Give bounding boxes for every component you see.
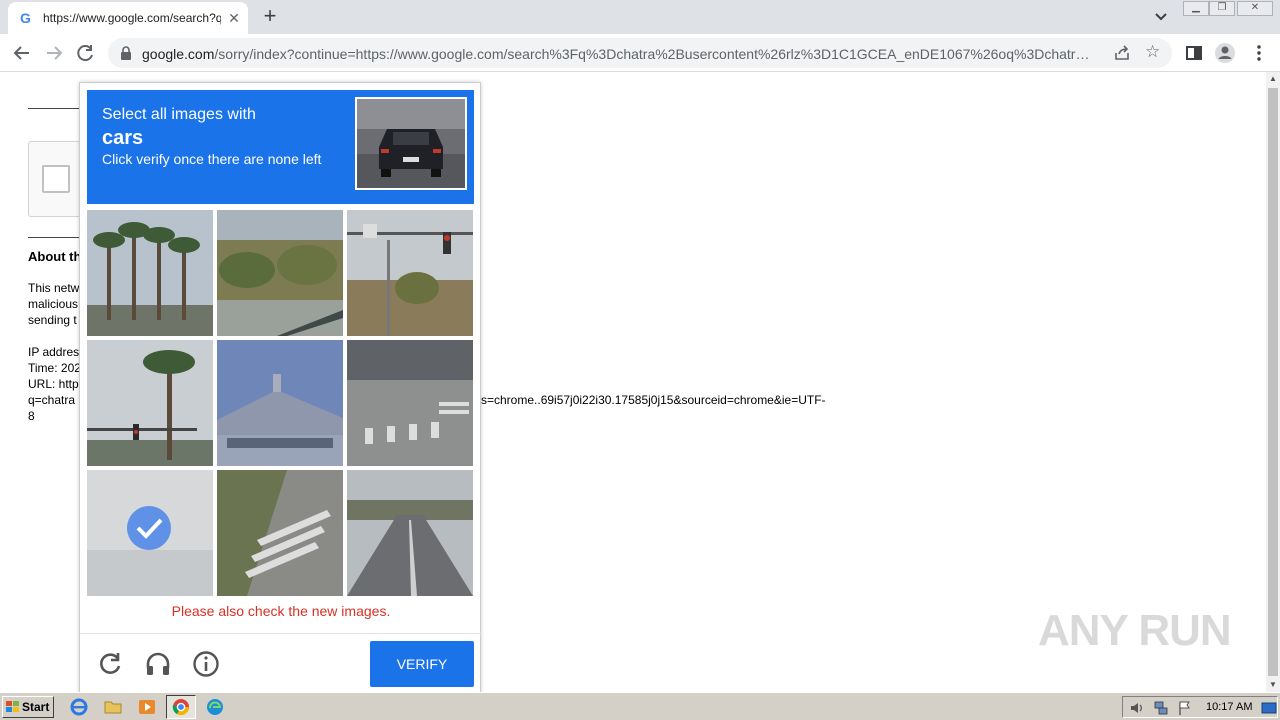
sample-car-image: [355, 97, 467, 190]
tile-palm-trees[interactable]: [87, 210, 213, 336]
media-player-icon[interactable]: [136, 697, 158, 717]
new-tab-button[interactable]: +: [259, 5, 281, 28]
network-icon[interactable]: [1153, 700, 1169, 716]
forward-arrow-icon[interactable]: [42, 42, 66, 64]
image-grid: [87, 210, 474, 596]
browser-tab[interactable]: G https://www.google.com/search?q= ✕: [8, 2, 248, 34]
window-close-icon[interactable]: ✕: [1237, 1, 1273, 16]
info-icon[interactable]: [192, 650, 220, 678]
ip-address-label: IP addres: [28, 345, 80, 359]
start-label: Start: [22, 700, 50, 714]
minimize-icon[interactable]: ▁: [1183, 1, 1209, 16]
menu-dots-icon[interactable]: [1248, 42, 1270, 64]
side-panel-icon[interactable]: [1183, 42, 1205, 64]
clock: 10:17 AM: [1206, 701, 1253, 713]
url-path: /sorry/index?continue=https://www.google…: [214, 46, 1090, 62]
challenge-target: cars: [102, 127, 144, 149]
tile-house-roof[interactable]: [217, 340, 343, 466]
url-query-start: q=chatra: [28, 393, 76, 407]
tile-shrubs-hillside[interactable]: [217, 210, 343, 336]
url-host: google.com: [142, 46, 215, 62]
url-query-end: 8: [28, 409, 35, 423]
url-query-tail: s=chrome..69i57j0i22i30.17585j0j15&sourc…: [481, 393, 826, 407]
reload-icon[interactable]: [96, 650, 124, 678]
back-arrow-icon[interactable]: [10, 42, 34, 64]
tab-close-icon[interactable]: ✕: [225, 9, 243, 27]
tile-palm-tree-traffic-light[interactable]: [87, 340, 213, 466]
tab-search-chevron-icon[interactable]: [1151, 8, 1171, 26]
start-button[interactable]: Start: [2, 696, 54, 718]
about-heading: About th: [28, 249, 82, 264]
verify-button[interactable]: VERIFY: [370, 641, 474, 687]
system-tray: 10:17 AM: [1122, 696, 1278, 718]
url-label: URL: http: [28, 377, 79, 391]
recaptcha-checkbox[interactable]: [42, 165, 70, 193]
lock-icon[interactable]: [120, 46, 132, 60]
challenge-instruction: Select all images with: [102, 106, 256, 123]
share-icon[interactable]: [1113, 44, 1131, 62]
tile-fading-selected[interactable]: [87, 470, 213, 596]
network-text-line: sending t: [28, 313, 77, 327]
recaptcha-challenge: Select all images with cars Click verify…: [79, 82, 482, 694]
url-text: google.com/sorry/index?continue=https://…: [142, 46, 1112, 62]
vertical-scrollbar[interactable]: ▲ ▼: [1266, 72, 1280, 692]
tile-traffic-light-street[interactable]: [347, 210, 473, 336]
tile-road-perspective[interactable]: [347, 470, 473, 596]
reload-icon[interactable]: [74, 42, 98, 64]
google-favicon-icon: G: [20, 10, 31, 26]
profile-icon[interactable]: [1214, 42, 1236, 64]
headphones-icon[interactable]: [144, 650, 172, 678]
star-icon[interactable]: ☆: [1145, 42, 1160, 62]
tab-strip: G https://www.google.com/search?q= ✕ + ▁…: [0, 0, 1280, 34]
network-text-line: malicious: [28, 297, 79, 311]
windows-logo-icon: [6, 701, 19, 712]
scroll-down-arrow-icon[interactable]: ▼: [1266, 678, 1280, 692]
time-label: Time: 202: [28, 361, 81, 375]
scrollbar-thumb[interactable]: [1268, 88, 1278, 676]
tile-crosswalk-diagonal[interactable]: [217, 470, 343, 596]
tile-crosswalk-road[interactable]: [347, 340, 473, 466]
chrome-taskbar-button[interactable]: [166, 695, 196, 719]
scroll-up-arrow-icon[interactable]: ▲: [1266, 72, 1280, 86]
windows-taskbar: Start 10:17 AM: [0, 692, 1280, 720]
show-desktop-icon[interactable]: [1261, 700, 1277, 716]
challenge-subtext: Click verify once there are none left: [102, 151, 322, 167]
folder-icon[interactable]: [102, 697, 124, 717]
network-text-line: This netw: [28, 281, 80, 295]
browser-toolbar: google.com/sorry/index?continue=https://…: [0, 34, 1280, 72]
error-message: Please also check the new images.: [171, 603, 391, 619]
volume-icon[interactable]: [1129, 700, 1145, 716]
ie-icon[interactable]: [68, 697, 90, 717]
action-center-flag-icon[interactable]: [1177, 700, 1193, 716]
footer-divider: [80, 633, 482, 634]
edge-icon[interactable]: [204, 697, 226, 717]
tab-title: https://www.google.com/search?q=: [43, 11, 221, 25]
chrome-icon: [172, 699, 190, 716]
address-bar[interactable]: google.com/sorry/index?continue=https://…: [108, 38, 1172, 68]
anyrun-watermark: ANY RUN: [1038, 606, 1232, 655]
challenge-header: Select all images with cars Click verify…: [87, 90, 474, 204]
restore-icon[interactable]: ❐: [1209, 1, 1235, 16]
